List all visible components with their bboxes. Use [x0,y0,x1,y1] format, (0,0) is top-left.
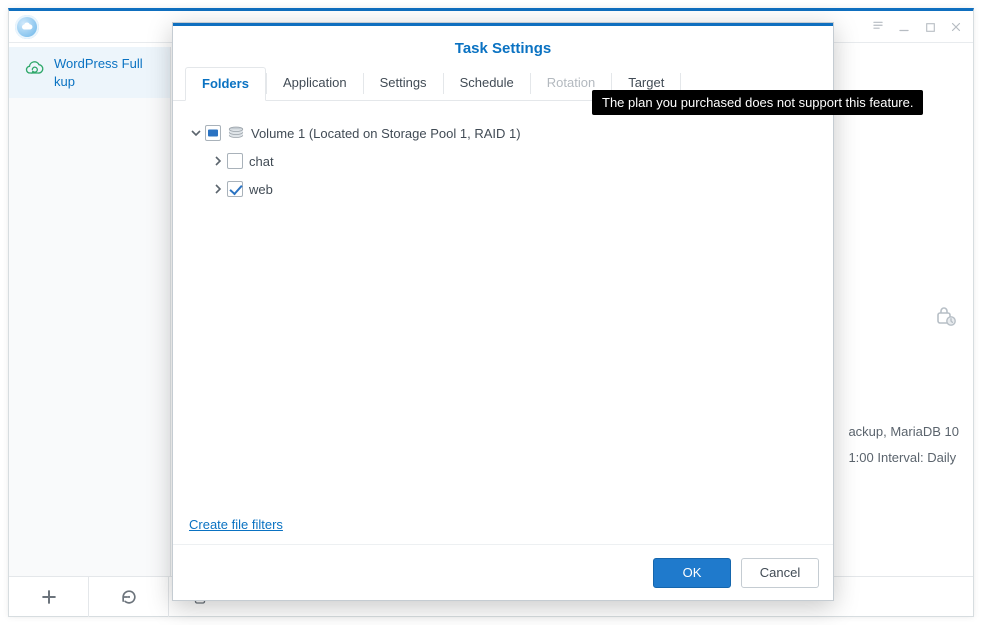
app-icon [15,15,39,39]
checkbox-checked[interactable] [227,181,243,197]
caret-right-icon[interactable] [211,182,225,196]
ok-button[interactable]: OK [653,558,731,588]
window-controls [867,11,967,43]
checkbox-mixed[interactable] [205,125,221,141]
lock-icon[interactable] [933,303,957,330]
caret-down-icon[interactable] [189,126,203,140]
tree-label: web [249,182,273,197]
create-file-filters-link[interactable]: Create file filters [189,517,283,532]
dialog-title: Task Settings [173,26,833,67]
window-pin-icon[interactable] [867,16,889,38]
restore-button[interactable] [89,577,169,617]
checkbox-unchecked[interactable] [227,153,243,169]
add-button[interactable] [9,577,89,617]
sidebar-task-label: WordPress Fullkup [54,55,143,90]
tab-application[interactable]: Application [267,67,363,100]
close-icon[interactable] [945,16,967,38]
tree-label-volume: Volume 1 (Located on Storage Pool 1, RAI… [251,126,521,141]
tree-label: chat [249,154,274,169]
maximize-icon[interactable] [919,16,941,38]
minimize-icon[interactable] [893,16,915,38]
rotation-tooltip: The plan you purchased does not support … [592,90,923,115]
cancel-button[interactable]: Cancel [741,558,819,588]
tree-row-volume[interactable]: Volume 1 (Located on Storage Pool 1, RAI… [189,119,817,147]
tab-settings[interactable]: Settings [364,67,443,100]
volume-icon [227,126,245,140]
task-sidebar: WordPress Fullkup [9,47,171,616]
cloud-backup-icon [24,58,44,78]
task-info-text: ackup, MariaDB 10 1:00 Interval: Daily [848,419,959,471]
dialog-footer: OK Cancel [173,544,833,600]
tab-schedule[interactable]: Schedule [444,67,530,100]
folder-tree: Volume 1 (Located on Storage Pool 1, RAI… [189,119,817,203]
sidebar-task-item[interactable]: WordPress Fullkup [9,47,170,98]
tree-row-folder[interactable]: web [189,175,817,203]
tab-folders[interactable]: Folders [185,67,266,101]
tree-row-folder[interactable]: chat [189,147,817,175]
caret-right-icon[interactable] [211,154,225,168]
